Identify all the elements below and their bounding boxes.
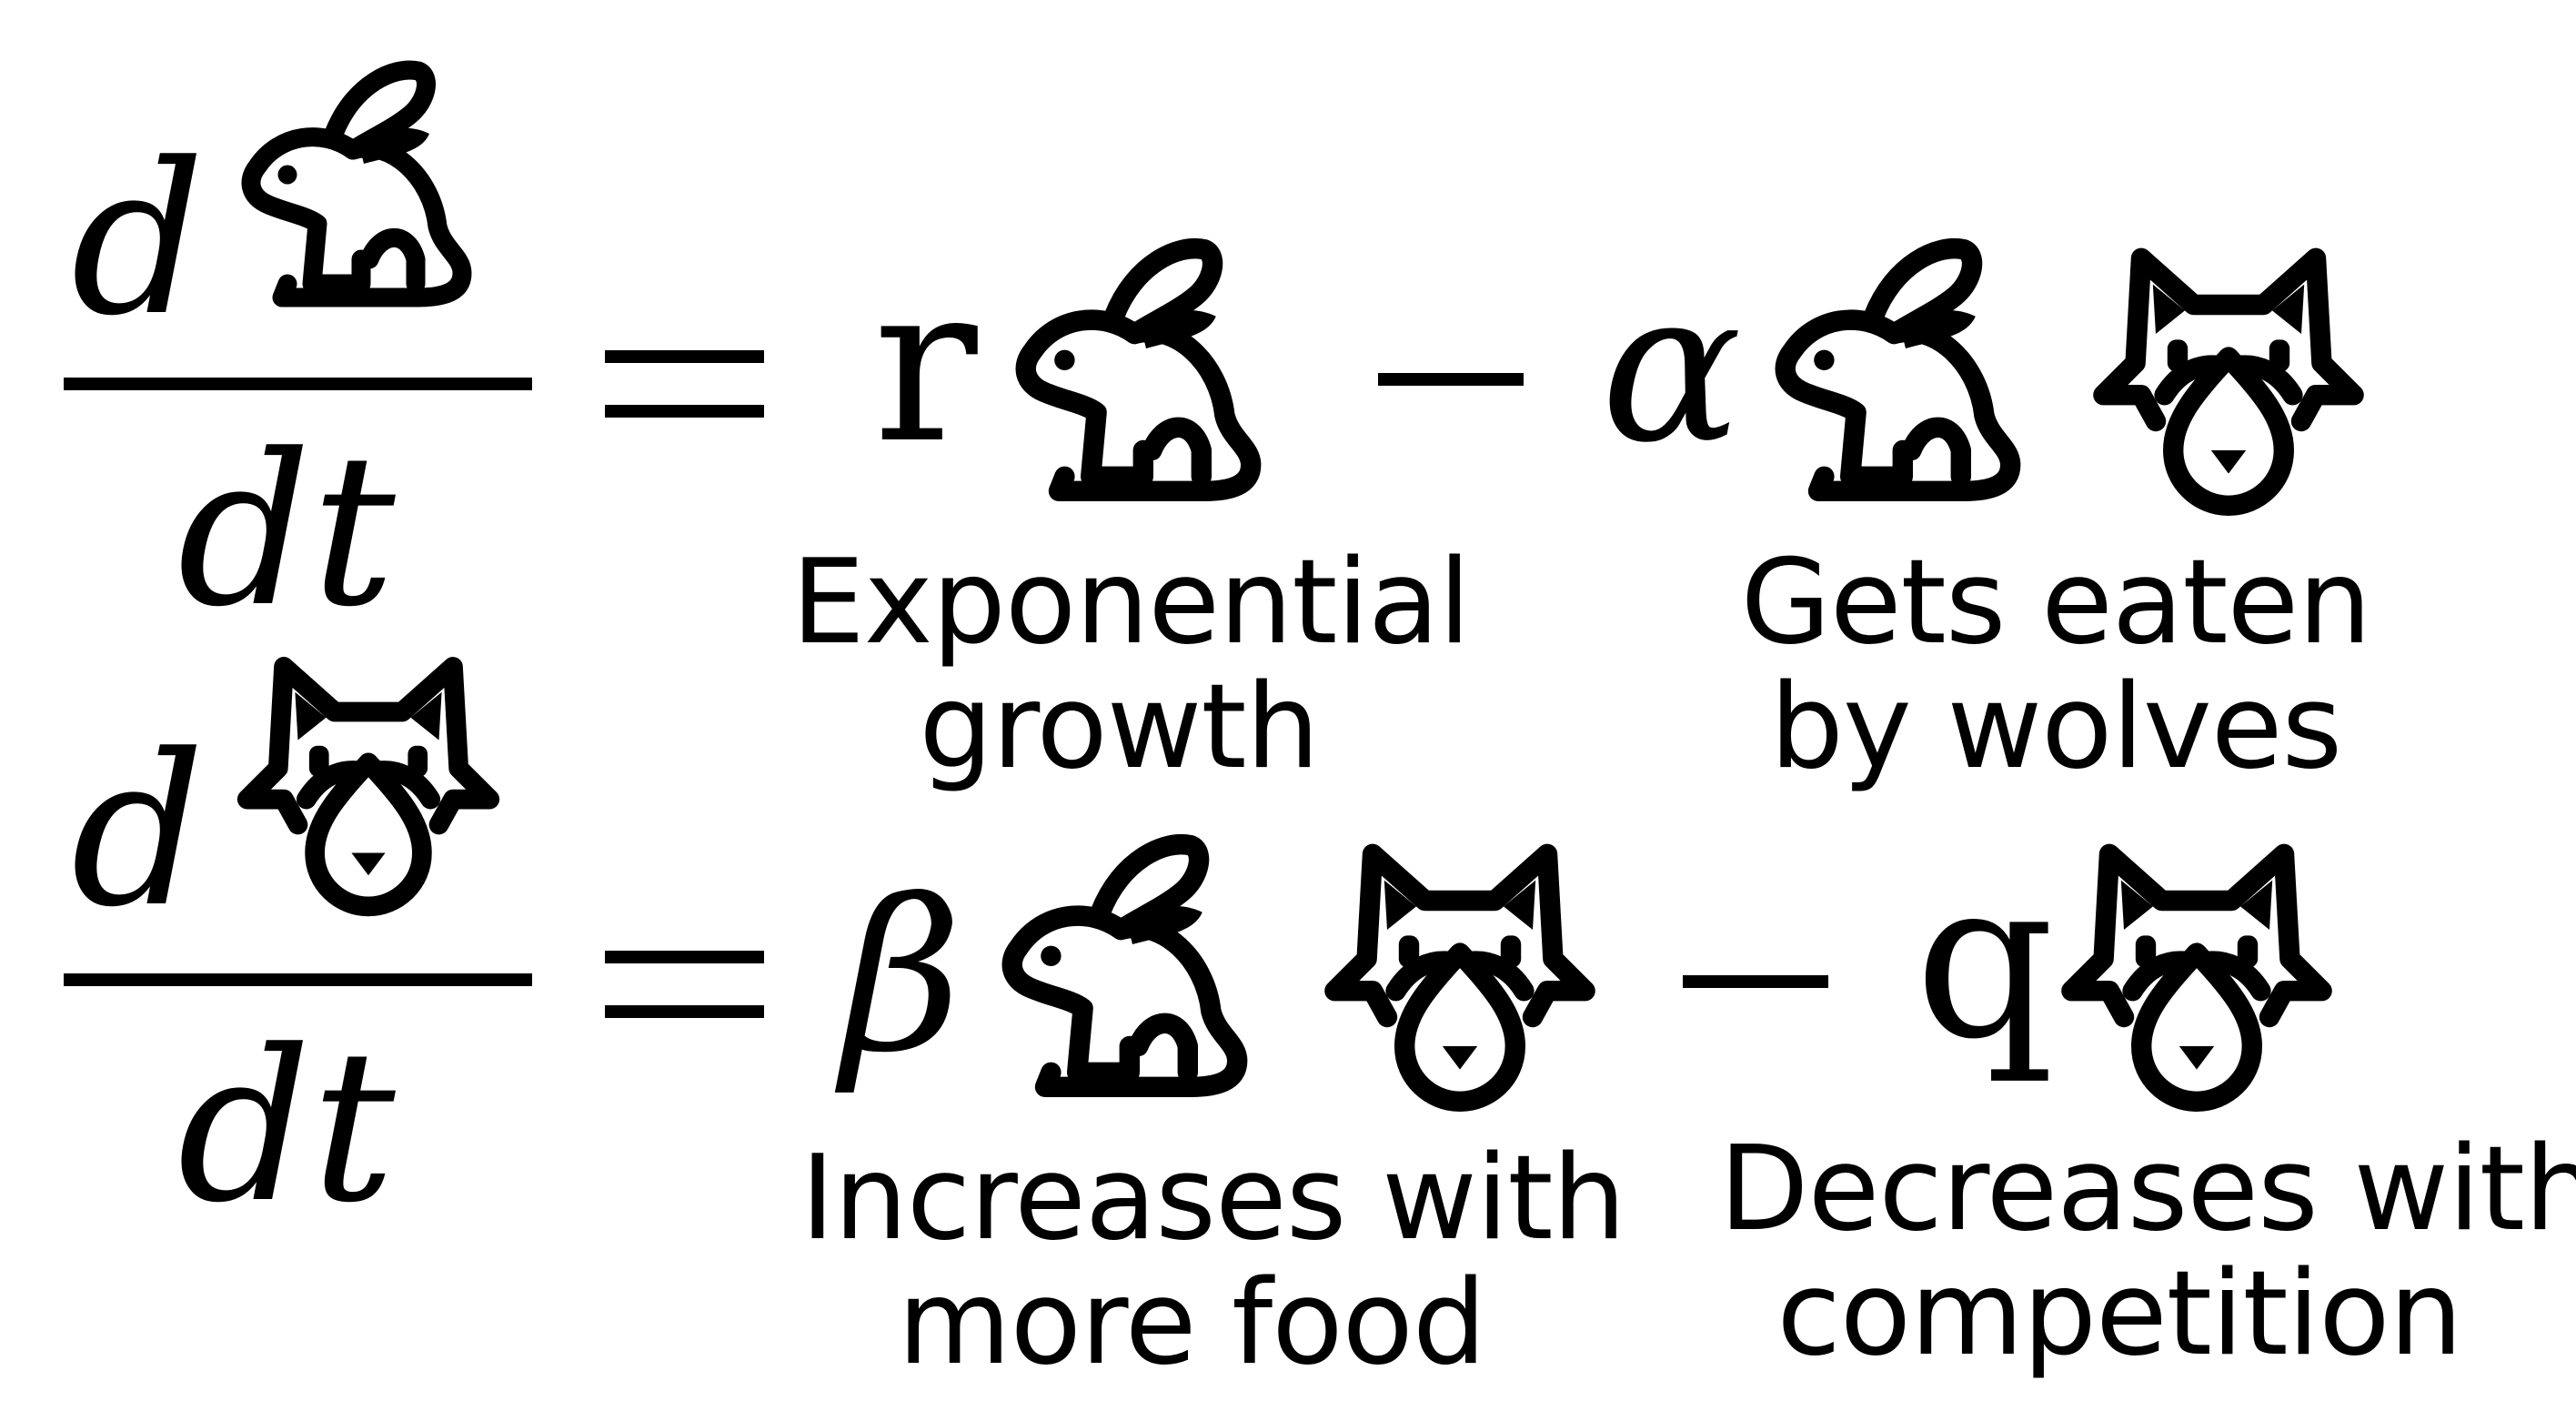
eq2-coeff-q: q bbox=[1915, 832, 2055, 1087]
eq2-denominator: dt bbox=[177, 1006, 396, 1249]
wolf-icon bbox=[1314, 828, 1605, 1119]
lotka-volterra-equations: d dt = r Exponential growth − α Gets eat… bbox=[0, 0, 2576, 1421]
eq2-fraction-bar bbox=[64, 973, 532, 986]
rabbit-icon bbox=[987, 828, 1278, 1119]
caption-line: more food bbox=[897, 1255, 1486, 1391]
eq1-term2-caption: Gets eaten by wolves bbox=[1728, 535, 2383, 795]
eq2-numerator-d: d bbox=[71, 710, 206, 953]
wolf-icon bbox=[2051, 828, 2342, 1119]
wolf-icon bbox=[227, 641, 509, 923]
eq2-term1-caption: Increases with more food bbox=[800, 1131, 1626, 1391]
eq1-term1-caption: Exponential growth bbox=[791, 535, 1471, 795]
eq1-numerator-d: d bbox=[71, 119, 206, 362]
caption-line: Decreases with bbox=[1719, 1122, 2576, 1257]
caption-line: Increases with bbox=[800, 1131, 1626, 1266]
caption-line: by wolves bbox=[1769, 659, 2342, 795]
eq2-equals-sign bbox=[605, 951, 764, 1018]
eq1-denominator: dt bbox=[177, 410, 396, 653]
eq1-minus-sign bbox=[1378, 373, 1524, 386]
eq1-coeff-alpha: α bbox=[1601, 247, 1743, 489]
caption-line: Gets eaten bbox=[1740, 535, 2372, 670]
rabbit-icon bbox=[1760, 232, 2051, 523]
eq1-equals-sign bbox=[605, 350, 764, 418]
eq1-fraction-bar bbox=[64, 378, 532, 390]
caption-line: competition bbox=[1776, 1245, 2462, 1382]
eq2-minus-sign bbox=[1683, 975, 1828, 988]
rabbit-icon bbox=[227, 55, 500, 328]
caption-line: growth bbox=[919, 659, 1319, 795]
eq2-term2-caption: Decreases with competition bbox=[1719, 1122, 2576, 1382]
eq2-coeff-beta: β bbox=[841, 856, 962, 1099]
caption-line: Exponential bbox=[791, 535, 1471, 670]
wolf-icon bbox=[2083, 232, 2374, 523]
eq1-coeff-r: r bbox=[873, 237, 978, 491]
rabbit-icon bbox=[1001, 232, 1292, 523]
